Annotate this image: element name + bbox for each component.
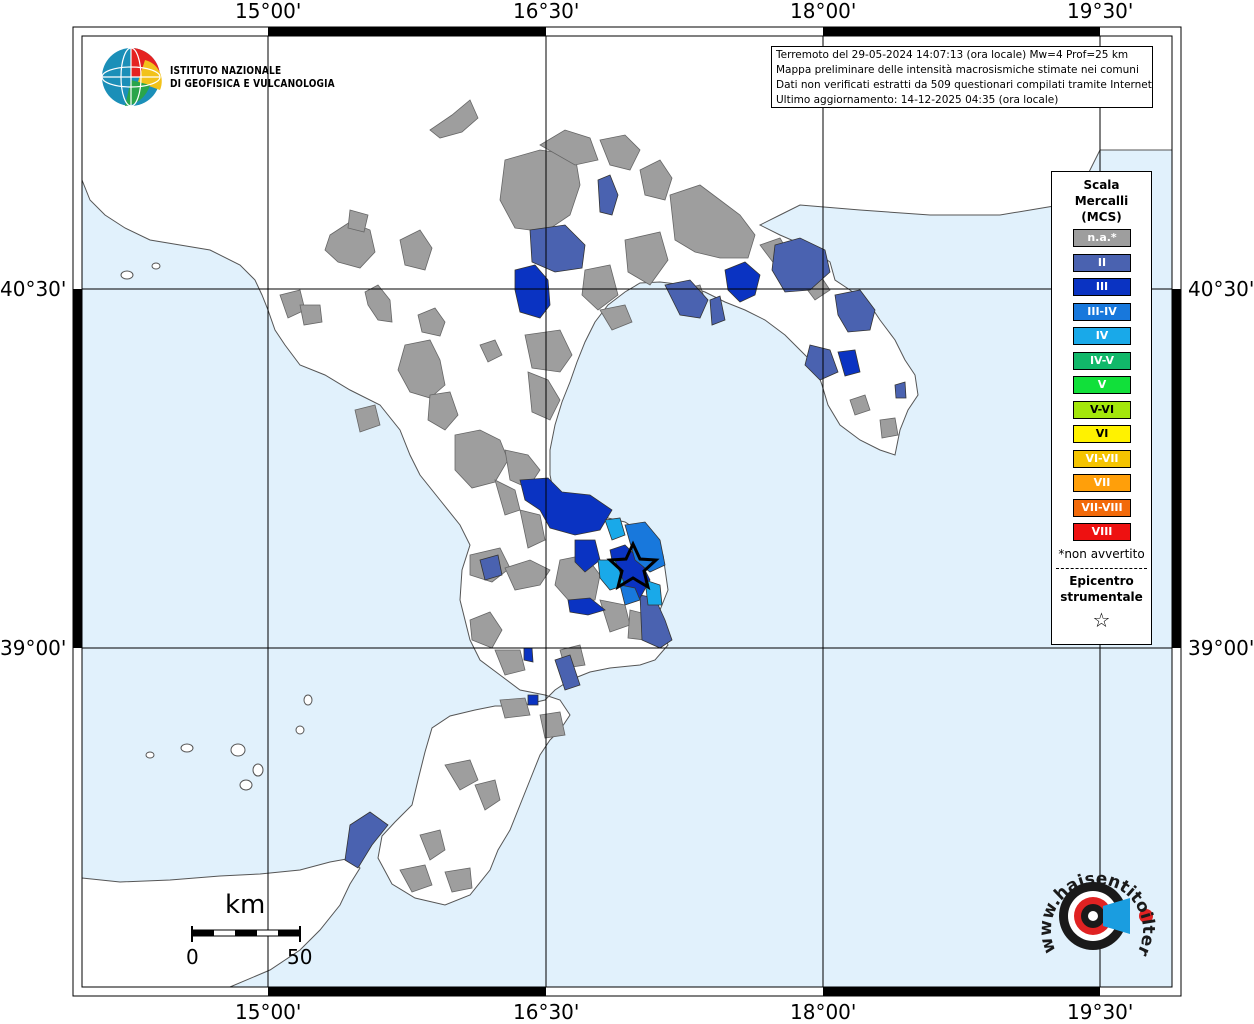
lat-label-left-1: 40°30' xyxy=(0,277,67,301)
legend-item-11: VII-VIII xyxy=(1073,498,1131,517)
legend-item-0: n.a.* xyxy=(1073,229,1131,247)
scale-max: 50 xyxy=(287,945,313,969)
lon-label-bottom-2: 16°30' xyxy=(513,1000,580,1024)
info-line2: Mappa preliminare delle intensità macros… xyxy=(776,64,1139,76)
legend-separator xyxy=(1056,568,1147,569)
lon-label-top-4: 19°30' xyxy=(1067,0,1134,23)
mcs-legend: Scala Mercalli (MCS) n.a.* II III III-IV IV I… xyxy=(1051,171,1152,645)
legend-title: Scala Mercalli (MCS) xyxy=(1052,177,1151,225)
legend-epicenter-line1: Epicentro xyxy=(1069,574,1134,588)
lon-label-bottom-3: 18°00' xyxy=(790,1000,857,1024)
legend-item-12: VIII xyxy=(1073,523,1131,541)
legend-item-8: VI xyxy=(1073,425,1131,443)
info-line4: Ultimo aggiornamento: 14-12-2025 04:35 (… xyxy=(776,94,1059,106)
ingv-logo-line2: DI GEOFISICA E VULCANOLOGIA xyxy=(170,77,335,90)
legend-note: *non avvertito xyxy=(1058,547,1145,561)
legend-epicenter-label: Epicentro strumentale xyxy=(1052,573,1151,605)
hsit-logo-text: www.haisentitoilterremoto.it xyxy=(1028,851,1158,960)
earthquake-info-box: Terremoto del 29-05-2024 14:07:13 (ora l… xyxy=(771,46,1153,108)
ingv-logo-text: ISTITUTO NAZIONALE DI GEOFISICA E VULCAN… xyxy=(170,64,335,90)
legend-item-4: IV xyxy=(1073,327,1131,345)
lat-label-left-2: 39°00' xyxy=(0,636,67,660)
lon-label-bottom-1: 15°00' xyxy=(235,1000,302,1024)
lon-label-top-1: 15°00' xyxy=(235,0,302,23)
legend-item-9: VI-VII xyxy=(1073,449,1131,468)
lat-label-right-1: 40°30' xyxy=(1188,277,1254,301)
legend-item-10: VII xyxy=(1073,474,1131,492)
lon-label-bottom-4: 19°30' xyxy=(1067,1000,1134,1024)
svg-text:www.haisentitoilterremoto.it: www.haisentitoilterremoto.it xyxy=(1028,851,1158,960)
legend-title-line2: Mercalli xyxy=(1074,194,1129,208)
hsit-logo: www.haisentitoilterremoto.it xyxy=(1028,851,1158,960)
legend-item-5: IV-V xyxy=(1073,351,1131,370)
ingv-logo-line1: ISTITUTO NAZIONALE xyxy=(170,64,282,77)
scale-min: 0 xyxy=(186,945,199,969)
legend-epicenter-line2: strumentale xyxy=(1060,590,1143,604)
lon-label-top-3: 18°00' xyxy=(790,0,857,23)
legend-title-line3: (MCS) xyxy=(1081,210,1122,224)
info-line3: Dati non verificati estratti da 509 ques… xyxy=(776,79,1153,91)
legend-item-7: V-VI xyxy=(1073,400,1131,419)
lon-label-top-2: 16°30' xyxy=(513,0,580,23)
legend-item-3: III-IV xyxy=(1073,302,1131,321)
info-line1: Terremoto del 29-05-2024 14:07:13 (ora l… xyxy=(776,49,1129,61)
legend-item-1: II xyxy=(1073,253,1131,272)
legend-item-2: III xyxy=(1073,278,1131,296)
lat-label-right-2: 39°00' xyxy=(1188,636,1254,660)
legend-title-line1: Scala xyxy=(1083,178,1120,192)
star-icon: ☆ xyxy=(1092,608,1111,632)
legend-item-6: V xyxy=(1073,376,1131,394)
scale-unit: km xyxy=(225,890,266,920)
